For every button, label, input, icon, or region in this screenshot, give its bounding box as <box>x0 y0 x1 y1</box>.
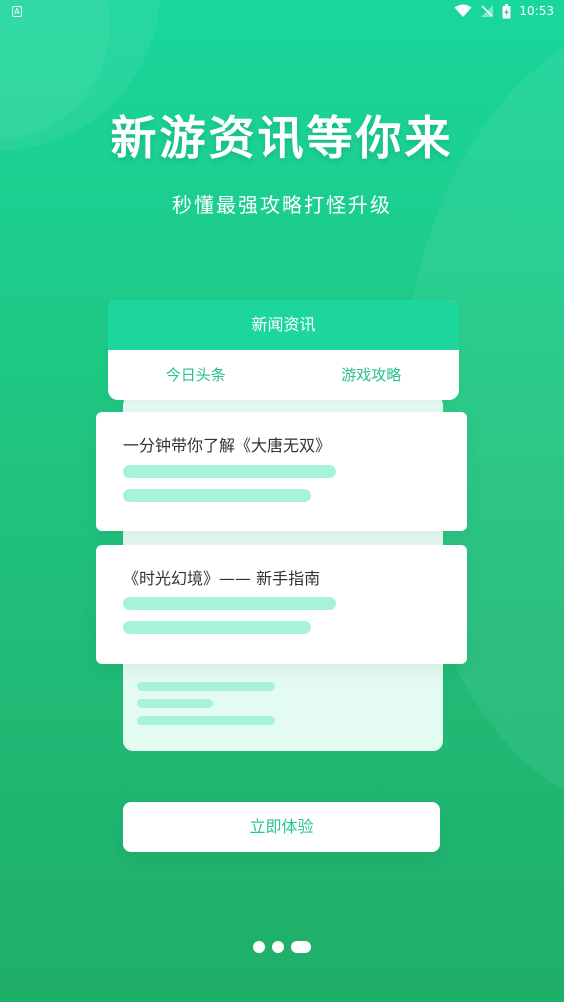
skeleton-line <box>123 597 336 610</box>
article-card[interactable]: 《时光幻境》—— 新手指南 <box>96 545 467 664</box>
skeleton-line <box>123 489 311 502</box>
skeleton-line <box>137 716 275 725</box>
wifi-icon <box>454 4 472 17</box>
page-dot-active[interactable] <box>291 941 311 953</box>
skeleton-line <box>137 682 275 691</box>
status-bar: A 10:53 <box>0 0 564 24</box>
tab-game-guides[interactable]: 游戏攻略 <box>284 350 460 400</box>
status-time: 10:53 <box>519 4 554 18</box>
page-dot[interactable] <box>272 941 284 953</box>
signal-icon <box>481 5 494 17</box>
onboarding-screen: A 10:53 新游资讯等你来 秒懂最强攻略打怪升级 新闻资讯 今日头条 游戏攻… <box>0 0 564 1002</box>
article-title: 《时光幻境》—— 新手指南 <box>123 569 321 588</box>
hero-subtitle: 秒懂最强攻略打怪升级 <box>172 193 392 217</box>
try-now-button[interactable]: 立即体验 <box>123 802 440 852</box>
skeleton-line <box>123 621 311 634</box>
news-tabs: 今日头条 游戏攻略 <box>108 350 459 400</box>
page-indicator <box>0 941 564 953</box>
notification-icon: A <box>12 6 22 17</box>
skeleton-line <box>137 699 213 708</box>
page-dot[interactable] <box>253 941 265 953</box>
news-panel-title: 新闻资讯 <box>108 300 459 350</box>
skeleton-line <box>123 465 336 478</box>
status-icons: 10:53 <box>454 3 554 19</box>
battery-icon <box>502 3 511 18</box>
tab-today-headlines[interactable]: 今日头条 <box>108 350 284 400</box>
hero-title: 新游资讯等你来 <box>110 111 454 165</box>
article-card[interactable]: 一分钟带你了解《大唐无双》 <box>96 412 467 531</box>
news-panel: 新闻资讯 今日头条 游戏攻略 <box>108 300 459 400</box>
article-title: 一分钟带你了解《大唐无双》 <box>123 436 332 455</box>
